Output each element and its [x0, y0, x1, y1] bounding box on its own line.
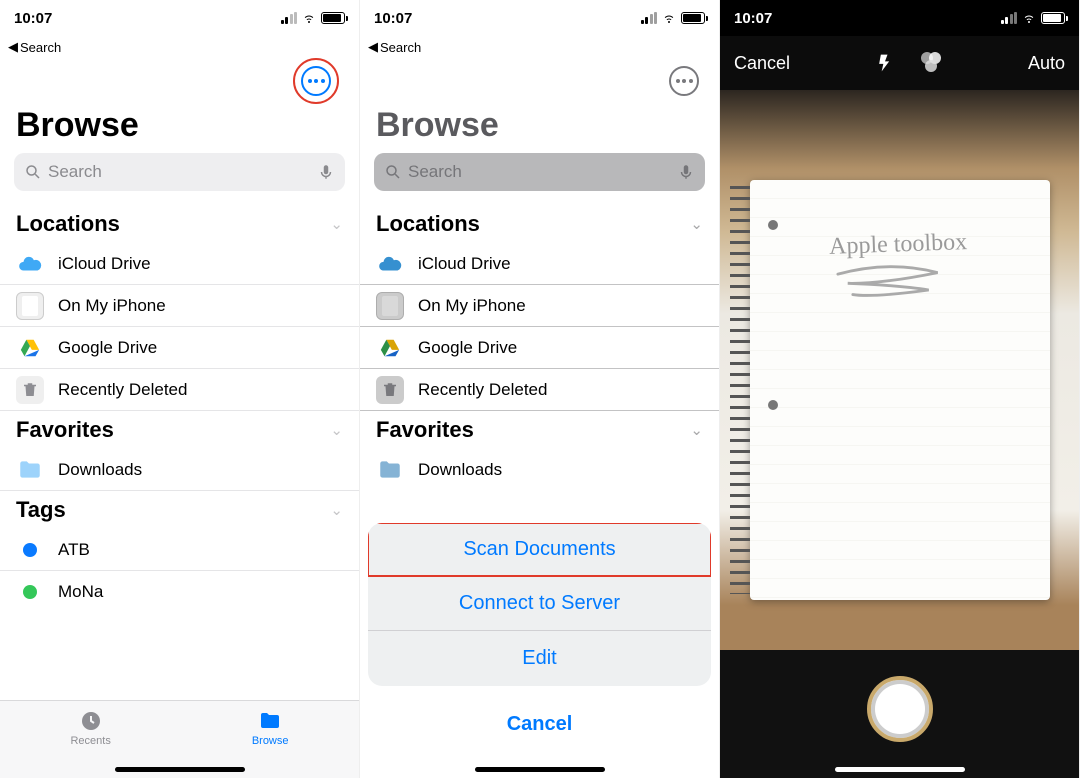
home-indicator[interactable]: [115, 767, 245, 772]
search-input[interactable]: [48, 162, 311, 182]
favorites-header[interactable]: Favorites ⌄: [0, 411, 359, 449]
favorite-downloads[interactable]: Downloads: [0, 449, 359, 491]
scribble-icon: [829, 263, 950, 305]
location-recently-deleted: Recently Deleted: [360, 369, 719, 411]
cellular-icon: [641, 12, 658, 24]
chevron-down-icon: ⌄: [690, 421, 703, 439]
trash-icon: [376, 376, 404, 404]
back-caret-icon: ◀: [8, 39, 18, 55]
chevron-down-icon: ⌄: [330, 501, 343, 519]
screen-browse-actionsheet: 10:07 ◀ Search Browse Locations ⌄ iCloud…: [360, 0, 720, 778]
tag-atb[interactable]: ATB: [0, 529, 359, 571]
location-on-my-iphone: On My iPhone: [360, 285, 719, 327]
home-indicator[interactable]: [835, 767, 965, 772]
search-icon: [384, 163, 402, 181]
cancel-button[interactable]: Cancel: [734, 53, 790, 74]
screen-browse: 10:07 ◀ Search Browse Locations ⌄ iCloud…: [0, 0, 360, 778]
back-to-search[interactable]: ◀ Search: [0, 36, 359, 58]
clock-icon: [78, 709, 104, 733]
location-icloud-drive: iCloud Drive: [360, 243, 719, 285]
chevron-down-icon: ⌄: [330, 421, 343, 439]
google-drive-icon: [16, 334, 44, 362]
shutter-button[interactable]: [867, 676, 933, 742]
locations-header[interactable]: Locations ⌄: [0, 205, 359, 243]
highlight-ring: [293, 58, 339, 104]
action-scan-documents[interactable]: Scan Documents: [368, 523, 711, 577]
chevron-down-icon: ⌄: [330, 215, 343, 233]
location-icloud-drive[interactable]: iCloud Drive: [0, 243, 359, 285]
battery-icon: [1041, 12, 1065, 24]
back-caret-icon: ◀: [368, 39, 378, 55]
mic-icon: [677, 163, 695, 181]
location-google-drive: Google Drive: [360, 327, 719, 369]
icloud-icon: [16, 250, 44, 278]
favorite-downloads: Downloads: [360, 449, 719, 491]
action-sheet: Scan Documents Connect to Server Edit Ca…: [368, 523, 711, 752]
action-edit[interactable]: Edit: [368, 631, 711, 686]
battery-icon: [321, 12, 345, 24]
status-time: 10:07: [734, 10, 772, 27]
iphone-icon: [376, 292, 404, 320]
battery-icon: [681, 12, 705, 24]
action-sheet-options: Scan Documents Connect to Server Edit: [368, 523, 711, 686]
status-bar: 10:07: [720, 0, 1079, 36]
status-bar: 10:07: [360, 0, 719, 36]
camera-bottom-bar: [720, 650, 1079, 778]
status-indicators: [281, 12, 346, 24]
icloud-icon: [376, 250, 404, 278]
tab-recents[interactable]: Recents: [70, 709, 110, 747]
camera-top-bar: Cancel Auto: [720, 36, 1079, 90]
filters-icon[interactable]: [921, 52, 943, 74]
tab-bar: Recents Browse: [0, 700, 359, 778]
tags-header[interactable]: Tags ⌄: [0, 491, 359, 529]
chevron-down-icon: ⌄: [690, 215, 703, 233]
trash-icon: [16, 376, 44, 404]
search-field[interactable]: [14, 153, 345, 191]
favorites-header: Favorites ⌄: [360, 411, 719, 449]
locations-header: Locations ⌄: [360, 205, 719, 243]
handwritten-text: Apple toolbox: [828, 226, 1051, 312]
cellular-icon: [1001, 12, 1018, 24]
flash-icon[interactable]: [875, 53, 895, 73]
wifi-icon: [661, 12, 677, 24]
tag-dot-icon: [23, 543, 37, 557]
back-to-search[interactable]: ◀ Search: [360, 36, 719, 58]
action-cancel[interactable]: Cancel: [368, 696, 711, 752]
status-time: 10:07: [374, 10, 412, 27]
more-button[interactable]: [669, 66, 699, 96]
back-label: Search: [20, 40, 61, 55]
status-bar: 10:07: [0, 0, 359, 36]
tag-dot-icon: [23, 585, 37, 599]
wifi-icon: [301, 12, 317, 24]
location-recently-deleted[interactable]: Recently Deleted: [0, 369, 359, 411]
location-on-my-iphone[interactable]: On My iPhone: [0, 285, 359, 327]
status-time: 10:07: [14, 10, 52, 27]
iphone-icon: [16, 292, 44, 320]
page-title: Browse: [0, 104, 359, 153]
cellular-icon: [281, 12, 298, 24]
google-drive-icon: [376, 334, 404, 362]
search-field: [374, 153, 705, 191]
status-indicators: [641, 12, 706, 24]
wifi-icon: [1021, 12, 1037, 24]
tag-mona[interactable]: MoNa: [0, 571, 359, 613]
page-title: Browse: [360, 104, 719, 153]
screen-scan-camera: 10:07 Cancel Auto Apple toolbox: [720, 0, 1080, 778]
search-icon: [24, 163, 42, 181]
auto-mode-button[interactable]: Auto: [1028, 53, 1065, 74]
mic-icon[interactable]: [317, 163, 335, 181]
status-indicators: [1001, 12, 1066, 24]
downloads-folder-icon: [376, 456, 404, 484]
location-google-drive[interactable]: Google Drive: [0, 327, 359, 369]
action-connect-to-server[interactable]: Connect to Server: [368, 576, 711, 631]
more-button[interactable]: [301, 66, 331, 96]
back-label: Search: [380, 40, 421, 55]
folder-icon: [257, 709, 283, 733]
camera-viewfinder: Apple toolbox: [720, 90, 1079, 650]
search-input: [408, 162, 671, 182]
home-indicator[interactable]: [475, 767, 605, 772]
tab-browse[interactable]: Browse: [252, 709, 289, 747]
notebook-page: Apple toolbox: [750, 180, 1050, 600]
downloads-folder-icon: [16, 456, 44, 484]
